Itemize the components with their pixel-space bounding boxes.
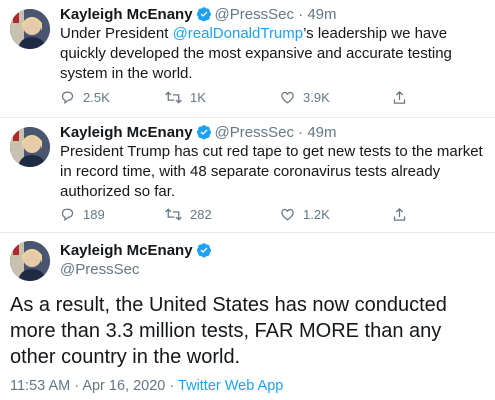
retweet-count: 1K	[190, 89, 206, 105]
tweet-actions: 2.5K 1K 3.9K	[60, 87, 480, 107]
retweet-icon	[165, 207, 182, 221]
source-app-link[interactable]: Twitter Web App	[178, 378, 283, 394]
tweet-date[interactable]: Apr 16, 2020	[82, 378, 165, 394]
tweet-text-start: Under President	[60, 25, 173, 42]
like-count: 1.2K	[303, 206, 330, 222]
share-button[interactable]	[392, 87, 415, 107]
main-tweet-text: As a result, the United States has now c…	[10, 294, 447, 368]
tweet-text: President Trump has cut red tape to get …	[60, 143, 483, 200]
reply-count: 2.5K	[83, 89, 110, 105]
heart-icon	[281, 208, 294, 221]
heart-icon	[281, 91, 294, 104]
tweet-timestamp[interactable]: 11:53 AM	[10, 378, 70, 394]
separator-dot: ·	[74, 378, 80, 394]
author-name[interactable]: Kayleigh McEnany	[60, 6, 193, 23]
retweet-button[interactable]: 282	[165, 204, 212, 224]
author-handle[interactable]: @PressSec	[215, 124, 294, 141]
avatar[interactable]	[10, 9, 50, 49]
like-count: 3.9K	[303, 89, 330, 105]
tweet-header: Kayleigh McEnany @PressSec · 49m	[60, 123, 337, 143]
avatar[interactable]	[10, 127, 50, 167]
tweet-time[interactable]: 49m	[307, 6, 336, 23]
verified-badge-icon	[196, 243, 211, 258]
retweet-icon	[165, 90, 182, 104]
avatar[interactable]	[10, 241, 50, 281]
share-icon	[393, 207, 406, 221]
author-name[interactable]: Kayleigh McEnany	[60, 242, 193, 259]
tweet-meta: 11:53 AM · Apr 16, 2020 · Twitter Web Ap…	[10, 376, 283, 396]
like-button[interactable]: 1.2K	[280, 204, 330, 224]
author-name-row: Kayleigh McEnany	[60, 241, 215, 261]
tweet-header: Kayleigh McEnany @PressSec · 49m	[60, 5, 337, 25]
tweet-time[interactable]: 49m	[307, 124, 336, 141]
author-name[interactable]: Kayleigh McEnany	[60, 124, 193, 141]
separator-dot: ·	[298, 6, 304, 23]
reply-icon	[61, 208, 74, 221]
author-handle[interactable]: @PressSec	[60, 260, 139, 280]
retweet-count: 282	[190, 206, 212, 222]
verified-badge-icon	[196, 7, 211, 22]
reply-count: 189	[83, 206, 105, 222]
mention-link[interactable]: @realDonaldTrump	[173, 25, 304, 42]
tweet-2[interactable]: Kayleigh McEnany @PressSec · 49m Presiden…	[0, 118, 495, 232]
separator-dot: ·	[298, 124, 304, 141]
share-button[interactable]	[392, 204, 415, 224]
tweet-text: Under President @realDonaldTrump’s leade…	[60, 24, 480, 84]
reply-button[interactable]: 2.5K	[60, 87, 110, 107]
separator-dot: ·	[169, 378, 175, 394]
verified-badge-icon	[196, 125, 211, 140]
like-button[interactable]: 3.9K	[280, 87, 330, 107]
author-handle[interactable]: @PressSec	[215, 6, 294, 23]
reply-button[interactable]: 189	[60, 204, 105, 224]
tweet-actions: 189 282 1.2K	[60, 204, 480, 224]
retweet-button[interactable]: 1K	[165, 87, 206, 107]
tweet-1[interactable]: Kayleigh McEnany @PressSec · 49m Under Pr…	[0, 0, 495, 117]
share-icon	[393, 90, 406, 104]
reply-icon	[61, 91, 74, 104]
